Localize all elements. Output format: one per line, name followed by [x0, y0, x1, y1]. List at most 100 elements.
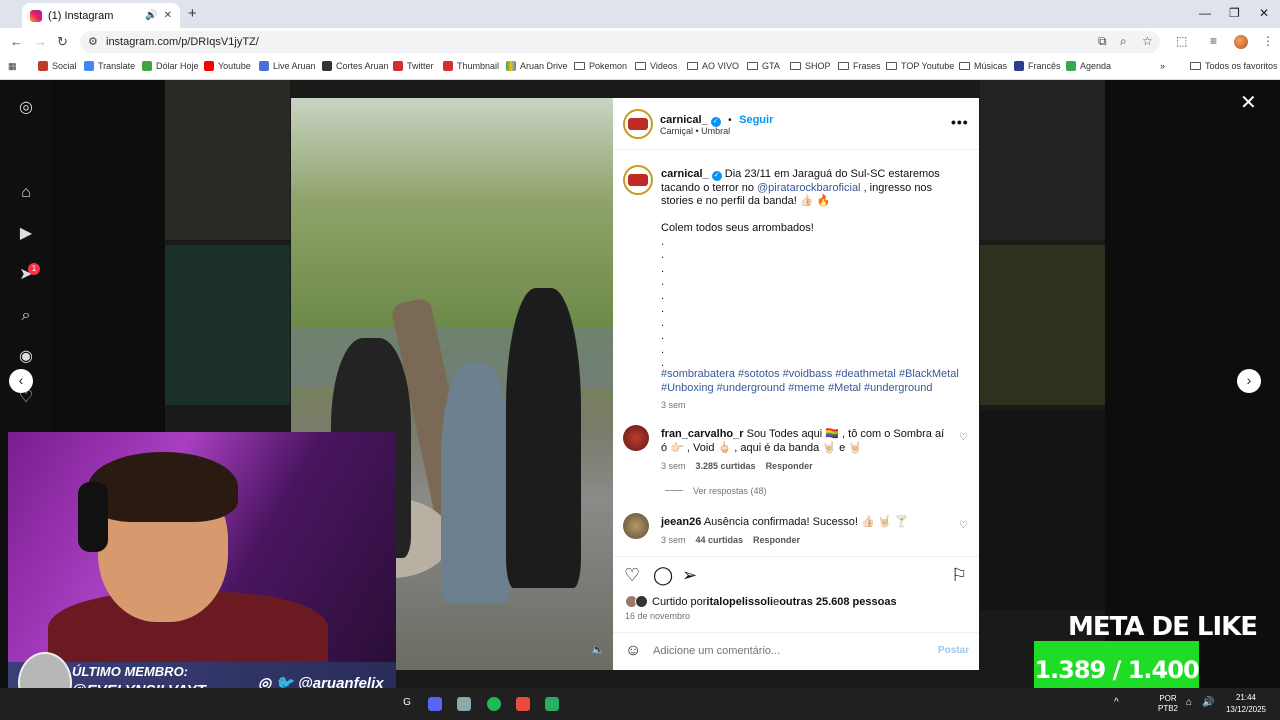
- comment-age: 3 sem: [661, 461, 686, 471]
- bookmark-drive[interactable]: Aruan Drive: [506, 61, 568, 71]
- back-icon[interactable]: ←: [10, 34, 23, 49]
- forward-icon[interactable]: →: [34, 34, 47, 49]
- bookmark-shop[interactable]: SHOP: [790, 61, 831, 71]
- media-icon[interactable]: ≡: [1210, 34, 1217, 48]
- discord-icon[interactable]: [428, 697, 442, 711]
- liked-by[interactable]: Curtido por italopelissoli e outras 25.6…: [625, 595, 897, 608]
- minimize-icon[interactable]: —: [1199, 6, 1211, 20]
- network-icon[interactable]: ⌂: [1186, 697, 1192, 708]
- liked-user[interactable]: italopelissoli: [706, 596, 773, 608]
- comment-item: fran_carvalho_r Sou Todes aqui 🏳️‍🌈 , tô…: [661, 428, 949, 455]
- tab-audio-icon[interactable]: 🔊: [145, 10, 157, 21]
- folder-icon: [886, 62, 897, 70]
- instagram-logo-icon[interactable]: ◎: [16, 98, 36, 118]
- post-comment-button[interactable]: Postar: [938, 645, 969, 656]
- save-bookmark-icon[interactable]: ⚐: [951, 565, 967, 586]
- bookmark-twitter[interactable]: Twitter: [393, 61, 434, 71]
- previous-post-button[interactable]: ‹: [9, 369, 33, 393]
- bookmark-label: Cortes Aruan: [336, 61, 389, 71]
- close-modal-icon[interactable]: ✕: [1240, 90, 1257, 115]
- like-icon[interactable]: ♡: [624, 565, 640, 586]
- bookmark-pokemon[interactable]: Pokemon: [574, 61, 627, 71]
- audio-subline[interactable]: Carniçal • Umbral: [660, 126, 730, 136]
- reels-icon[interactable]: ▶: [16, 224, 36, 244]
- clock-time[interactable]: 21:44: [1220, 693, 1272, 702]
- site-info-icon[interactable]: ⚙: [88, 35, 98, 48]
- all-bookmarks[interactable]: Todos os favoritos: [1190, 61, 1278, 71]
- next-post-button[interactable]: ›: [1237, 369, 1261, 393]
- profile-avatar[interactable]: [1234, 35, 1248, 49]
- comment-like-icon[interactable]: ♡: [959, 432, 968, 443]
- liked-others[interactable]: outras 25.608 pessoas: [779, 596, 896, 608]
- caption-mention[interactable]: @piratarockbaroficial: [757, 182, 861, 194]
- bookmark-ao-vivo[interactable]: AO VIVO: [687, 61, 739, 71]
- comment-username[interactable]: jeean26: [661, 516, 701, 528]
- app-green-icon[interactable]: [545, 697, 559, 711]
- volume-icon[interactable]: 🔊: [1202, 697, 1214, 708]
- caption-avatar[interactable]: [623, 165, 653, 195]
- mute-icon[interactable]: 🔈: [591, 643, 605, 656]
- home-icon[interactable]: ⌂: [16, 183, 36, 203]
- extensions-icon[interactable]: ⬚: [1176, 34, 1187, 48]
- app-red-icon[interactable]: [516, 697, 530, 711]
- bookmark-star-icon[interactable]: ☆: [1142, 34, 1153, 48]
- bookmark-frases[interactable]: Frases: [838, 61, 881, 71]
- new-tab-button[interactable]: +: [188, 5, 197, 22]
- comment-input[interactable]: Adicione um comentário...: [653, 645, 780, 657]
- explore-icon[interactable]: ◉: [16, 347, 36, 367]
- language-indicator[interactable]: POR PTB2: [1156, 694, 1180, 714]
- bookmark-videos[interactable]: Videos: [635, 61, 677, 71]
- camera-app-icon[interactable]: [457, 697, 471, 711]
- reply-button[interactable]: Responder: [753, 535, 800, 545]
- bookmark-live-aruan[interactable]: Live Aruan: [259, 61, 316, 71]
- comment-icon[interactable]: ◯: [653, 565, 673, 586]
- author-avatar[interactable]: [623, 109, 653, 139]
- comment-avatar[interactable]: [623, 513, 649, 539]
- bookmark-cortes[interactable]: Cortes Aruan: [322, 61, 389, 71]
- spotify-icon[interactable]: [487, 697, 501, 711]
- notification-badge: 1: [28, 263, 40, 275]
- tray-expand-icon[interactable]: ^: [1114, 697, 1119, 708]
- bookmark-top-youtube[interactable]: TOP Youtube: [886, 61, 954, 71]
- bookmark-youtube[interactable]: Youtube: [204, 61, 251, 71]
- close-window-icon[interactable]: ✕: [1259, 6, 1269, 20]
- bookmark-social[interactable]: Social: [38, 61, 77, 71]
- restore-icon[interactable]: ❐: [1229, 6, 1240, 20]
- bookmarks-overflow-icon[interactable]: »: [1160, 61, 1165, 71]
- comment-username[interactable]: fran_carvalho_r: [661, 428, 744, 440]
- comment-avatar[interactable]: [623, 425, 649, 451]
- comment-like-icon[interactable]: ♡: [959, 520, 968, 531]
- reply-button[interactable]: Responder: [766, 461, 813, 471]
- zoom-icon[interactable]: ⌕: [1120, 34, 1127, 49]
- browser-menu-icon[interactable]: ⋮: [1262, 34, 1274, 48]
- follow-button[interactable]: Seguir: [739, 114, 773, 126]
- bookmark-translate[interactable]: Translate: [84, 61, 135, 71]
- share-icon[interactable]: ➢: [682, 565, 697, 586]
- view-replies-button[interactable]: Ver respostas (48): [665, 486, 767, 496]
- caption-hashtags[interactable]: #sombrabatera #sototos #voidbass #deathm…: [661, 368, 966, 395]
- bookmark-label: Translate: [98, 61, 136, 71]
- comment-likes[interactable]: 3.285 curtidas: [696, 461, 756, 471]
- caption-username[interactable]: carnical_: [661, 168, 709, 180]
- app-g-icon[interactable]: G: [400, 697, 414, 711]
- bookmark-thumbnail[interactable]: Thumbnail: [443, 61, 499, 71]
- reload-icon[interactable]: ↻: [57, 34, 68, 50]
- bookmark-dolar[interactable]: Dólar Hoje: [142, 61, 199, 71]
- search-icon[interactable]: ⌕: [16, 306, 36, 326]
- author-username[interactable]: carnical_: [660, 114, 708, 126]
- bookmark-musicas[interactable]: Músicas: [959, 61, 1007, 71]
- cast-icon[interactable]: ⧉: [1098, 34, 1107, 49]
- tab-close-icon[interactable]: ✕: [164, 10, 172, 21]
- instagram-favicon-icon: [30, 9, 42, 22]
- apps-grid-icon[interactable]: ▦: [8, 61, 17, 72]
- bookmark-gta[interactable]: GTA: [747, 61, 780, 71]
- address-bar[interactable]: ⚙ instagram.com/p/DRIqsV1jyTZ/: [80, 31, 1160, 53]
- emoji-icon[interactable]: ☺: [625, 642, 641, 660]
- bookmark-frances[interactable]: Francês: [1014, 61, 1061, 71]
- bookmark-agenda[interactable]: Agenda: [1066, 61, 1111, 71]
- more-options-icon[interactable]: •••: [951, 114, 969, 130]
- comment-age: 3 sem: [661, 535, 686, 545]
- comment-likes[interactable]: 44 curtidas: [696, 535, 744, 545]
- tab-instagram[interactable]: (1) Instagram 🔊 ✕: [22, 3, 180, 28]
- clock-date[interactable]: 13/12/2025: [1220, 705, 1272, 714]
